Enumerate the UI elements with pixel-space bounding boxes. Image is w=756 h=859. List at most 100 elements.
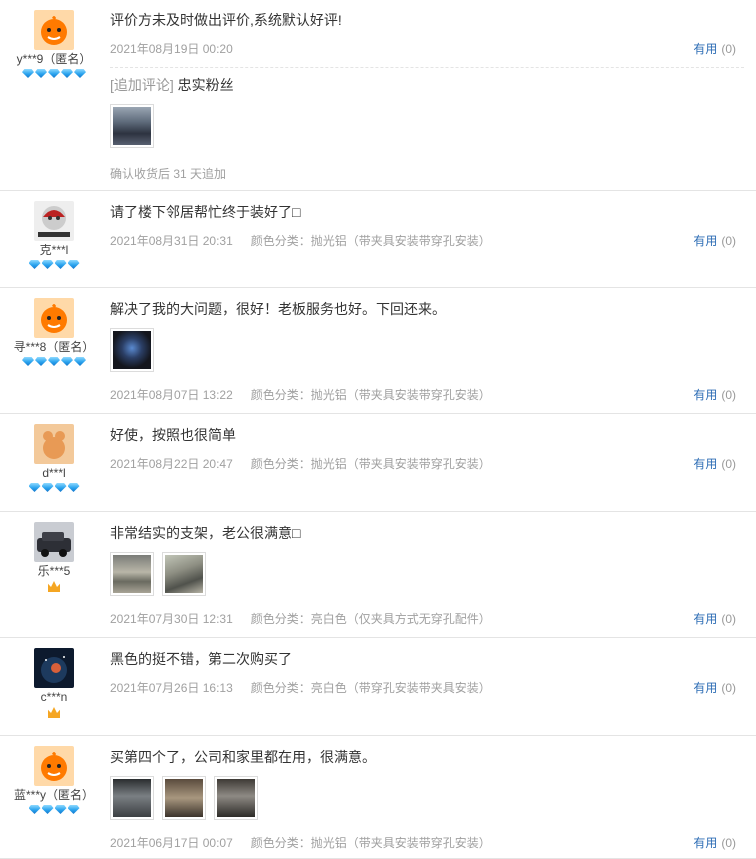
rank-badge — [0, 69, 108, 80]
diamond-icon — [54, 805, 67, 814]
reviewer: 乐***5 — [0, 522, 108, 592]
useful-count: (0) — [721, 836, 736, 850]
review-text: 解决了我的大问题，很好！老板服务也好。下回还来。 — [110, 301, 446, 317]
review-text: 非常结实的支架，老公很满意□ — [110, 525, 301, 541]
review-item: c***n 黑色的挺不错，第二次购买了 2021年07月26日 16:13 颜色分… — [0, 638, 756, 736]
rank-badge — [0, 357, 108, 368]
diamond-icon — [22, 69, 34, 78]
review-text: 好使，按照也很简单 — [110, 427, 236, 443]
diamond-icon — [67, 260, 80, 269]
diamond-icon — [35, 357, 47, 366]
useful-count: (0) — [721, 388, 736, 402]
useful-button[interactable]: 有用 (0) — [693, 836, 736, 850]
useful-button[interactable]: 有用 (0) — [693, 681, 736, 695]
diamond-icon — [41, 483, 54, 492]
review-meta: 2021年08月22日 20:47 颜色分类：抛光铝（带夹具安装带穿孔安装） — [110, 457, 491, 471]
avatar[interactable] — [34, 298, 74, 338]
review-meta: 2021年08月07日 13:22 颜色分类：抛光铝（带夹具安装带穿孔安装） — [110, 388, 491, 402]
review-sku: 颜色分类：亮白色（带穿孔安装带夹具安装） — [250, 681, 491, 695]
review-images — [110, 328, 154, 372]
avatar[interactable] — [34, 746, 74, 786]
review-thumbnail[interactable] — [110, 328, 154, 372]
reviewer: d***l — [0, 424, 108, 494]
review-date: 2021年08月19日 00:20 — [110, 42, 233, 56]
avatar[interactable] — [34, 522, 74, 562]
rank-badge — [0, 483, 108, 494]
useful-button[interactable]: 有用 (0) — [693, 42, 736, 56]
review-date: 2021年07月30日 12:31 — [110, 612, 233, 626]
diamond-icon — [28, 260, 41, 269]
avatar[interactable] — [34, 10, 74, 50]
diamond-icon — [67, 483, 80, 492]
useful-button[interactable]: 有用 (0) — [693, 457, 736, 471]
reviewer-name: 乐***5 — [37, 564, 71, 578]
reviewer-name: 寻***8（匿名） — [13, 340, 95, 354]
review-thumbnail[interactable] — [214, 776, 258, 820]
useful-label[interactable]: 有用 — [693, 457, 717, 471]
rank-badge — [0, 707, 108, 718]
append-label: [追加评论] — [110, 77, 174, 93]
diamond-icon — [61, 69, 73, 78]
useful-button[interactable]: 有用 (0) — [693, 234, 736, 248]
review-meta: 2021年08月31日 20:31 颜色分类：抛光铝（带夹具安装带穿孔安装） — [110, 234, 491, 248]
review-text: 请了楼下邻居帮忙终于装好了□ — [110, 204, 301, 220]
review-item: y***9（匿名） 评价方未及时做出评价,系统默认好评! 2021年08月19日… — [0, 0, 756, 191]
avatar[interactable] — [34, 648, 74, 688]
review-thumbnail[interactable] — [110, 776, 154, 820]
review-text: 评价方未及时做出评价,系统默认好评! — [110, 12, 342, 28]
review-meta: 2021年07月30日 12:31 颜色分类：亮白色（仅夹具方式无穿孔配件） — [110, 612, 491, 626]
review-date: 2021年07月26日 16:13 — [110, 681, 233, 695]
reviewer: c***n — [0, 648, 108, 718]
useful-count: (0) — [721, 234, 736, 248]
useful-label[interactable]: 有用 — [693, 681, 717, 695]
diamond-icon — [41, 260, 54, 269]
diamond-icon — [22, 357, 34, 366]
diamond-icon — [74, 69, 86, 78]
diamond-icon — [41, 805, 54, 814]
review-images — [110, 552, 206, 596]
review-sku: 颜色分类：抛光铝（带夹具安装带穿孔安装） — [250, 388, 491, 402]
diamond-icon — [28, 483, 41, 492]
review-meta: 2021年07月26日 16:13 颜色分类：亮白色（带穿孔安装带夹具安装） — [110, 681, 491, 695]
useful-label[interactable]: 有用 — [693, 234, 717, 248]
diamond-icon — [48, 357, 60, 366]
reviewer: 蓝***y（匿名） — [0, 746, 108, 816]
useful-button[interactable]: 有用 (0) — [693, 388, 736, 402]
append-content: 忠实粉丝 — [177, 77, 234, 93]
avatar[interactable] — [34, 424, 74, 464]
review-item: 寻***8（匿名） 解决了我的大问题，很好！老板服务也好。下回还来。 2021年… — [0, 288, 756, 414]
review-images — [110, 104, 154, 148]
reviewer-name: c***n — [40, 690, 68, 704]
reviewer-name: y***9（匿名） — [16, 52, 92, 66]
review-text: 买第四个了，公司和家里都在用，很满意。 — [110, 749, 376, 765]
review-item: 克***l 请了楼下邻居帮忙终于装好了□ 2021年08月31日 20:31 颜色… — [0, 191, 756, 288]
reviewer: 克***l — [0, 201, 108, 271]
useful-count: (0) — [721, 681, 736, 695]
rank-badge — [0, 260, 108, 271]
useful-count: (0) — [721, 457, 736, 471]
review-images — [110, 776, 258, 820]
review-date: 2021年08月31日 20:31 — [110, 234, 233, 248]
reviewer-name: d***l — [42, 466, 66, 480]
review-thumbnail[interactable] — [110, 104, 154, 148]
review-thumbnail[interactable] — [162, 776, 206, 820]
review-sku: 颜色分类：亮白色（仅夹具方式无穿孔配件） — [250, 612, 491, 626]
reviewer-name: 蓝***y（匿名） — [13, 788, 94, 802]
review-thumbnail[interactable] — [110, 552, 154, 596]
review-date: 2021年08月07日 13:22 — [110, 388, 233, 402]
diamond-icon — [35, 69, 47, 78]
diamond-icon — [67, 805, 80, 814]
useful-count: (0) — [721, 612, 736, 626]
avatar[interactable] — [34, 201, 74, 241]
useful-label[interactable]: 有用 — [693, 42, 717, 56]
diamond-icon — [74, 357, 86, 366]
useful-label[interactable]: 有用 — [693, 612, 717, 626]
useful-label[interactable]: 有用 — [693, 388, 717, 402]
review-thumbnail[interactable] — [162, 552, 206, 596]
reviewer: 寻***8（匿名） — [0, 298, 108, 368]
rank-badge — [0, 581, 108, 592]
append-footer: 确认收货后 31 天追加 — [110, 167, 227, 181]
useful-label[interactable]: 有用 — [693, 836, 717, 850]
useful-button[interactable]: 有用 (0) — [693, 612, 736, 626]
diamond-icon — [54, 260, 67, 269]
